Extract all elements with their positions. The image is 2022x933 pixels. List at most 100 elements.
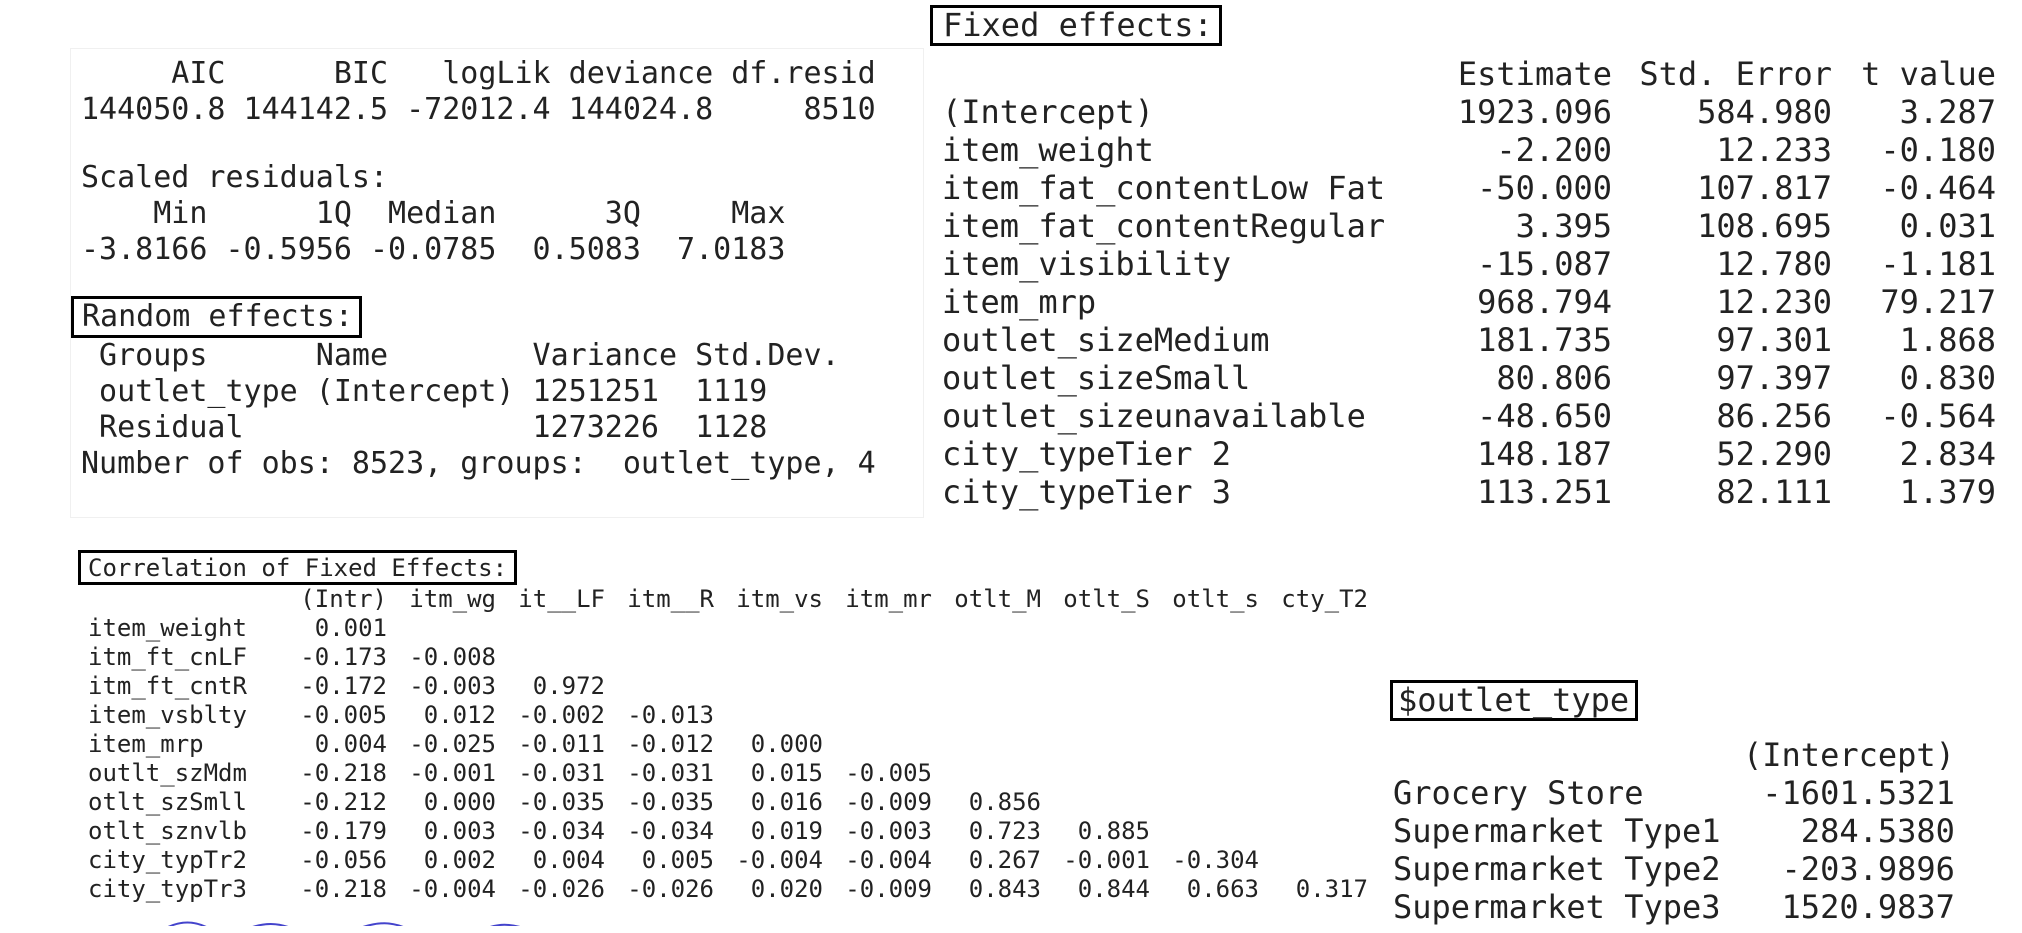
correlation-value <box>1150 729 1259 758</box>
fixed-effects-std-error: 12.230 <box>1716 283 1832 321</box>
fixed-effects-term: item_fat_contentRegular <box>942 207 1386 245</box>
correlation-value <box>932 729 1041 758</box>
correlation-value: 0.885 <box>1077 816 1150 845</box>
observation-count-note: Number of obs: 8523, groups: outlet_type… <box>81 446 876 481</box>
correlation-value: 0.723 <box>968 816 1041 845</box>
correlation-value: -0.034 <box>518 816 605 845</box>
correlation-value <box>1259 758 1368 787</box>
correlation-value <box>823 613 932 642</box>
fixed-effects-term: outlet_sizeSmall <box>942 359 1251 397</box>
correlation-value: -0.004 <box>845 845 932 874</box>
fixed-effects-t-value: 1.379 <box>1899 473 1996 511</box>
outlet-type-title: $outlet_type <box>1390 680 1639 722</box>
correlation-value <box>605 671 714 700</box>
correlation-value: -0.218 <box>300 758 387 787</box>
fixed-effects-row: outlet_sizeSmall 80.806 97.397 0.830 <box>942 359 1996 397</box>
fixed-effects-row: city_typeTier 3 113.251 82.111 1.379 <box>942 473 1996 511</box>
correlation-column-header: (Intr) <box>300 584 387 613</box>
correlation-value: -0.013 <box>627 700 714 729</box>
correlation-value: 0.012 <box>423 700 496 729</box>
correlation-value <box>1150 816 1259 845</box>
correlation-value: 0.843 <box>968 874 1041 903</box>
correlation-value <box>496 613 605 642</box>
std-error-column-header: Std. Error <box>1639 55 1832 93</box>
correlation-value <box>1041 671 1150 700</box>
correlation-value <box>1150 613 1259 642</box>
fixed-effects-estimate: 181.735 <box>1477 321 1612 359</box>
fixed-effects-t-value: -1.181 <box>1880 245 1996 283</box>
correlation-value <box>823 671 932 700</box>
fixed-effects-estimate: 113.251 <box>1477 473 1612 511</box>
outlet-type-row: Supermarket Type1 284.5380 <box>1393 812 1955 850</box>
random-effects-row: outlet_type (Intercept) 1251251 1119 <box>81 374 768 409</box>
correlation-value <box>932 671 1041 700</box>
correlation-row: item_vsblty -0.005 0.012 -0.002 -0.013 <box>88 700 1368 729</box>
fixed-effects-t-value: 3.287 <box>1899 93 1996 131</box>
correlation-row-label: item_weight <box>88 613 247 642</box>
correlation-value <box>605 642 714 671</box>
correlation-row: city_typTr3 -0.218 -0.004 -0.026 -0.026 0.020… <box>88 874 1368 903</box>
correlation-value: -0.009 <box>845 787 932 816</box>
fixed-effects-std-error: 52.290 <box>1716 435 1832 473</box>
correlation-value: -0.173 <box>300 642 387 671</box>
estimate-column-header: Estimate <box>1457 55 1612 93</box>
fixed-effects-estimate: -15.087 <box>1477 245 1612 283</box>
outlet-type-row: Grocery Store -1601.5321 <box>1393 774 1955 812</box>
correlation-column-header: itm_mr <box>845 584 932 613</box>
correlation-value: 0.000 <box>750 729 823 758</box>
correlation-value: 0.972 <box>532 671 605 700</box>
correlation-row: itm_ft_cntR -0.172 -0.003 0.972 <box>88 671 1368 700</box>
fixed-effects-t-value: 1.868 <box>1899 321 1996 359</box>
fixed-effects-estimate: -48.650 <box>1477 397 1612 435</box>
correlation-value: -0.212 <box>300 787 387 816</box>
correlation-value: -0.001 <box>409 758 496 787</box>
correlation-table: (Intr) itm_wg it__LF itm__R itm_vs itm_m… <box>88 584 1368 903</box>
correlation-value: 0.267 <box>968 845 1041 874</box>
correlation-row: otlt_szSmll -0.212 0.000 -0.035 -0.035 0.016-… <box>88 787 1368 816</box>
correlation-value <box>1259 816 1368 845</box>
outlet-type-row: Supermarket Type3 1520.9837 <box>1393 888 1955 926</box>
correlation-value: 0.317 <box>1295 874 1368 903</box>
correlation-value <box>932 700 1041 729</box>
correlation-title: Correlation of Fixed Effects: <box>78 550 518 586</box>
correlation-value <box>823 642 932 671</box>
correlation-value <box>1259 787 1368 816</box>
intercept-column-header: (Intercept) <box>1743 736 1955 774</box>
correlation-value <box>605 613 714 642</box>
correlation-value: 0.844 <box>1077 874 1150 903</box>
outlet-type-row: Supermarket Type2 -203.9896 <box>1393 850 1955 888</box>
fixed-effects-estimate: 3.395 <box>1515 207 1612 245</box>
correlation-column-header: cty_T2 <box>1281 584 1368 613</box>
fixed-effects-t-value: -0.564 <box>1880 397 1996 435</box>
correlation-value: -0.304 <box>1172 845 1259 874</box>
correlation-row: item_mrp 0.004 -0.025 -0.011 -0.012 0.000 <box>88 729 1368 758</box>
correlation-value <box>714 613 823 642</box>
fixed-effects-t-value: -0.464 <box>1880 169 1996 207</box>
correlation-value <box>1150 758 1259 787</box>
cropped-text-fragment-graphic <box>167 921 521 926</box>
random-effects-title: Random effects: <box>71 296 362 338</box>
fixed-effects-std-error: 107.817 <box>1697 169 1832 207</box>
correlation-value: -0.004 <box>409 874 496 903</box>
outlet-type-label: Grocery Store <box>1393 774 1644 812</box>
fixed-effects-row: outlet_sizeMedium 181.735 97.301 1.868 <box>942 321 1996 359</box>
correlation-header-row: (Intr) itm_wg it__LF itm__R itm_vs itm_m… <box>88 584 1368 613</box>
outlet-type-label: Supermarket Type3 <box>1393 888 1721 926</box>
correlation-value: 0.003 <box>423 816 496 845</box>
correlation-value: 0.020 <box>750 874 823 903</box>
fixed-effects-t-value: 0.830 <box>1899 359 1996 397</box>
correlation-value <box>1259 700 1368 729</box>
correlation-row-label: item_vsblty <box>88 700 247 729</box>
fixed-effects-t-value: 79.217 <box>1880 283 1996 321</box>
correlation-value <box>1150 787 1259 816</box>
correlation-value <box>496 642 605 671</box>
outlet-type-header-row: (Intercept) <box>1393 736 1955 774</box>
outlet-type-label: Supermarket Type2 <box>1393 850 1721 888</box>
fixed-effects-panel: Fixed effects: Estimate Std. Error t val… <box>930 5 2000 511</box>
correlation-column-header: itm_vs <box>736 584 823 613</box>
correlation-row-label: otlt_szSmll <box>88 787 247 816</box>
fixed-effects-std-error: 108.695 <box>1697 207 1832 245</box>
correlation-panel: Correlation of Fixed Effects: (Intr) itm… <box>78 550 1388 920</box>
correlation-value: -0.172 <box>300 671 387 700</box>
correlation-column-header: otlt_s <box>1172 584 1259 613</box>
